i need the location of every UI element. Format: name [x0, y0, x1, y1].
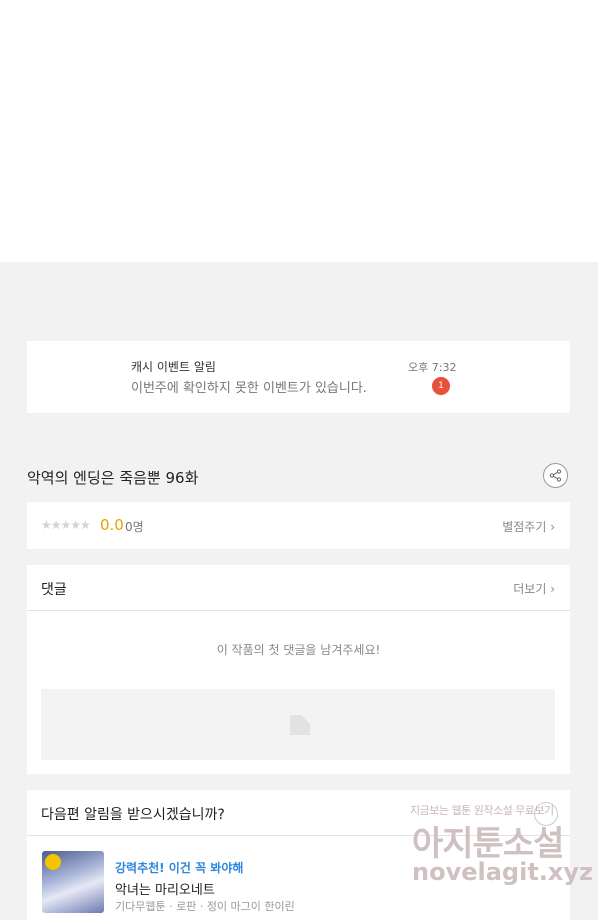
episode-title: 악역의 엔딩은 죽음뿐 96화: [27, 469, 199, 487]
divider: [27, 835, 570, 836]
rating-stars: ★★★★★: [41, 518, 91, 532]
share-icon: [549, 469, 562, 482]
comments-more-link[interactable]: 더보기 ›: [513, 580, 555, 597]
next-episode-alert-card: 다음편 알림을 받으시겠습니까? 강력추천! 이건 꼭 봐야해 악녀는 마리오네…: [27, 790, 570, 920]
rating-count: 0명: [125, 520, 144, 534]
rating-card: ★★★★★ 0.0 0명 별점주기 ›: [27, 502, 570, 549]
ad-placeholder[interactable]: [41, 689, 555, 760]
recommendation-title[interactable]: 악녀는 마리오네트: [115, 879, 215, 898]
recommendation-subtitle: 기다무웹툰 · 로판 · 정이 마그이 한이린: [115, 900, 295, 913]
recommendation-tag: 강력추천! 이건 꼭 봐야해: [115, 861, 244, 875]
notification-time: 오후 7:32: [408, 361, 457, 374]
comments-empty-message: 이 작품의 첫 댓글을 남겨주세요!: [216, 643, 381, 657]
notification-message: 이번주에 확인하지 못한 이벤트가 있습니다.: [131, 381, 367, 396]
notification-title: 캐시 이벤트 알림: [131, 360, 216, 374]
comments-card: 댓글 더보기 › 이 작품의 첫 댓글을 남겨주세요!: [27, 565, 570, 774]
rate-button[interactable]: 별점주기 ›: [502, 518, 555, 535]
event-notification-card[interactable]: 캐시 이벤트 알림 이번주에 확인하지 못한 이벤트가 있습니다. 오후 7:3…: [27, 341, 570, 413]
divider: [27, 610, 570, 611]
rating-score: 0.0: [100, 516, 124, 534]
clock-icon: [45, 854, 61, 870]
next-alert-title: 다음편 알림을 받으시겠습니까?: [41, 807, 225, 823]
notification-badge: 1: [432, 377, 450, 395]
share-button[interactable]: [543, 463, 568, 488]
top-blank-area: [0, 0, 598, 262]
image-placeholder-icon: [290, 715, 310, 735]
comments-title: 댓글: [41, 582, 67, 598]
recommendation-thumbnail[interactable]: [42, 851, 104, 913]
alert-toggle[interactable]: [534, 802, 558, 826]
